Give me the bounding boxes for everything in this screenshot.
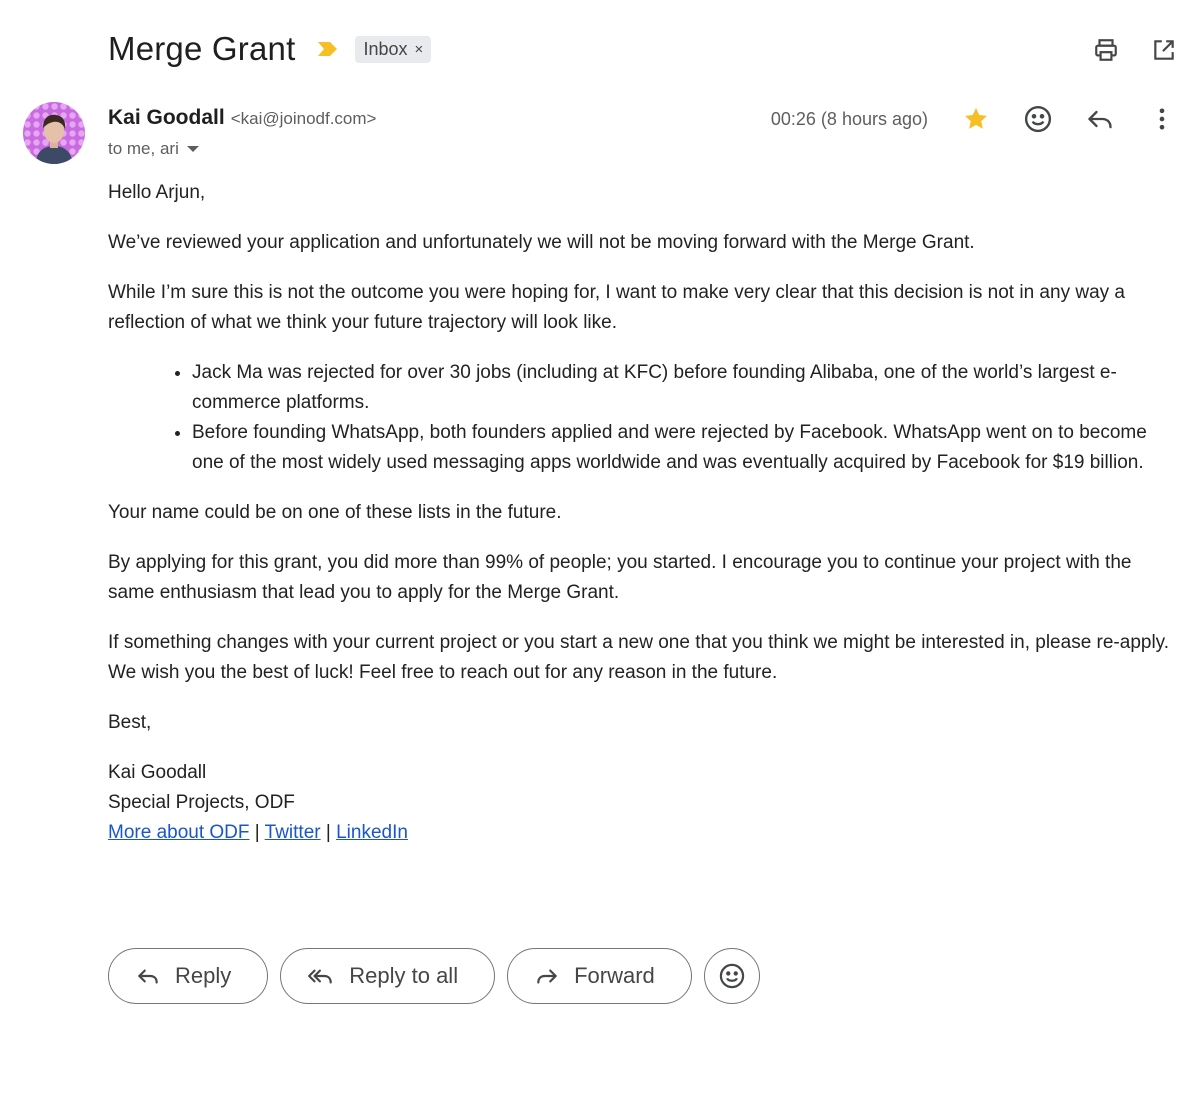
- sender-email: <kai@joinodf.com>: [230, 109, 377, 128]
- message-meta: 00:26 (8 hours ago): [771, 103, 1178, 135]
- body-paragraph-1: We’ve reviewed your application and unfo…: [108, 232, 975, 253]
- forward-icon: [537, 969, 557, 984]
- signature: Kai Goodall Special Projects, ODF More a…: [108, 758, 1183, 848]
- list-item: Jack Ma was rejected for over 30 jobs (i…: [192, 358, 1183, 418]
- forward-button[interactable]: Forward: [507, 948, 692, 1004]
- list-item: Before founding WhatsApp, both founders …: [192, 418, 1183, 478]
- top-actions: [1092, 36, 1178, 64]
- email-subject: Merge Grant: [108, 30, 296, 67]
- importance-marker-icon[interactable]: [317, 41, 339, 57]
- sender-row: Kai Goodall <kai@joinodf.com>: [108, 106, 376, 130]
- signature-links: More about ODF | Twitter | LinkedIn: [108, 818, 1183, 848]
- reply-button[interactable]: Reply: [108, 948, 269, 1004]
- body-paragraph-3: Your name could be on one of these lists…: [108, 502, 562, 523]
- recipients-text: to me, ari: [108, 139, 179, 158]
- more-vert-icon[interactable]: [1146, 103, 1178, 135]
- show-details-dropdown-icon[interactable]: [186, 146, 199, 152]
- message-body: Hello Arjun, We’ve reviewed your applica…: [108, 178, 1183, 848]
- reply-icon: [138, 969, 158, 984]
- greeting: Hello Arjun,: [108, 182, 206, 203]
- open-in-new-window-icon[interactable]: [1150, 36, 1178, 64]
- signature-title: Special Projects, ODF: [108, 792, 295, 813]
- signature-name: Kai Goodall: [108, 762, 207, 783]
- closing: Best,: [108, 712, 152, 733]
- reply-all-button-label: Reply to all: [349, 963, 459, 988]
- reply-icon[interactable]: [1084, 103, 1116, 135]
- link-separator: |: [254, 822, 260, 843]
- recipients-line: to me, ari: [108, 139, 199, 159]
- remove-label-icon[interactable]: ×: [415, 41, 424, 58]
- star-icon[interactable]: [960, 103, 992, 135]
- link-more-about-odf[interactable]: More about ODF: [108, 822, 250, 843]
- emoji-reaction-button[interactable]: [703, 948, 760, 1004]
- print-icon[interactable]: [1092, 36, 1120, 64]
- emoji-reaction-icon: [719, 963, 744, 989]
- link-linkedin[interactable]: LinkedIn: [336, 822, 408, 843]
- message-timestamp: 00:26 (8 hours ago): [770, 108, 928, 129]
- body-paragraph-4: By applying for this grant, you did more…: [108, 552, 1132, 603]
- link-twitter[interactable]: Twitter: [265, 822, 321, 843]
- forward-button-label: Forward: [574, 963, 655, 988]
- reply-button-label: Reply: [175, 963, 232, 988]
- subject-row: Merge Grant Inbox ×: [108, 30, 432, 68]
- body-paragraph-2: While I’m sure this is not the outcome y…: [108, 282, 1125, 333]
- inbox-label-chip[interactable]: Inbox ×: [355, 35, 432, 63]
- reply-all-button[interactable]: Reply to all: [280, 948, 496, 1004]
- sender-avatar[interactable]: [23, 102, 85, 164]
- link-separator: |: [325, 822, 331, 843]
- message-actions: Reply Reply to all Forward: [108, 948, 760, 1004]
- sender-name[interactable]: Kai Goodall: [108, 106, 225, 130]
- emoji-reaction-icon[interactable]: [1022, 103, 1054, 135]
- label-chip-text: Inbox: [363, 38, 408, 59]
- body-paragraph-5: If something changes with your current p…: [108, 632, 1170, 683]
- examples-list: Jack Ma was rejected for over 30 jobs (i…: [192, 358, 1183, 478]
- reply-all-icon: [308, 969, 333, 984]
